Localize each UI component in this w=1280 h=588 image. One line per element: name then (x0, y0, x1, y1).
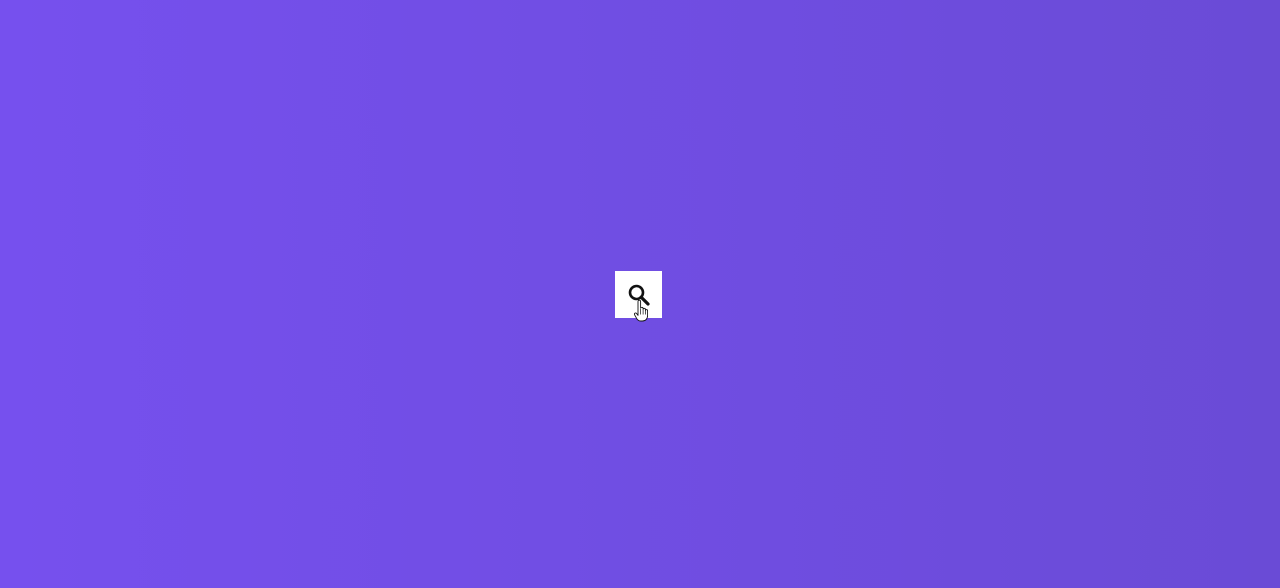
search-icon (626, 282, 652, 308)
search-button[interactable] (615, 271, 662, 318)
page-background (0, 0, 1280, 588)
